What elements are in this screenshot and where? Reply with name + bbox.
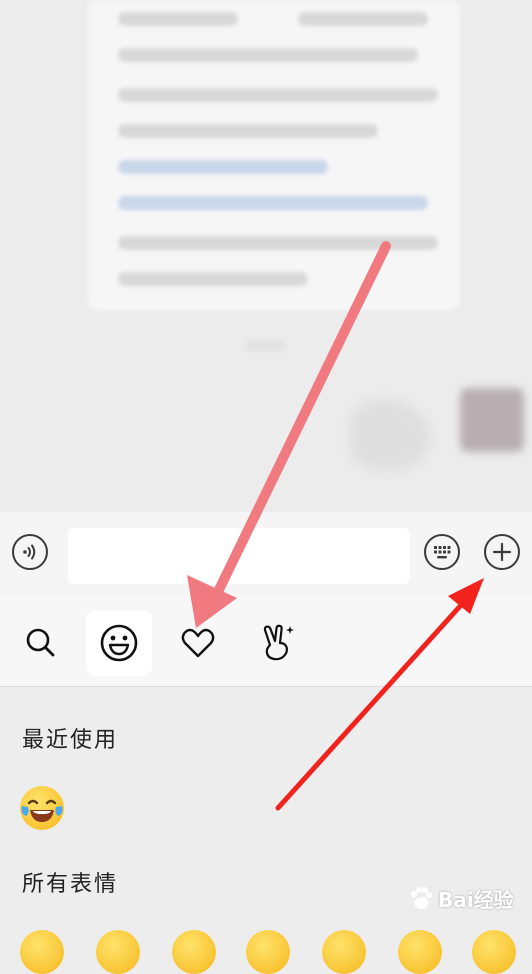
chat-history	[0, 0, 532, 512]
emoji-item[interactable]	[398, 930, 442, 974]
watermark-text: Bai经验	[438, 888, 514, 912]
emoji-item[interactable]	[322, 930, 366, 974]
all-emoji-title: 所有表情	[22, 872, 119, 897]
victory-hand-icon	[263, 624, 294, 661]
avatar	[460, 388, 524, 452]
keyboard-button[interactable]	[424, 534, 460, 570]
heart-icon	[181, 628, 215, 658]
tab-favorites[interactable]	[165, 610, 231, 676]
blurred-timestamp	[246, 340, 286, 352]
blurred-sticker	[350, 400, 430, 470]
paw-logo-icon	[408, 886, 434, 912]
emoji-item[interactable]	[96, 930, 140, 974]
message-input[interactable]	[68, 528, 410, 584]
laughing-crying-face-icon	[21, 799, 63, 822]
plus-icon	[492, 542, 512, 562]
search-icon	[26, 628, 55, 657]
tab-emoji[interactable]	[86, 610, 152, 676]
emoji-item[interactable]	[246, 930, 290, 974]
emoji-item[interactable]	[20, 930, 64, 974]
tab-search[interactable]	[8, 610, 74, 676]
watermark: Bai经验	[408, 884, 514, 913]
voice-input-button[interactable]	[12, 534, 48, 570]
emoji-item[interactable]	[172, 930, 216, 974]
blurred-message-card	[88, 0, 460, 310]
tab-stickers[interactable]	[244, 610, 310, 676]
recent-emoji-title: 最近使用	[22, 728, 119, 753]
keyboard-icon	[434, 546, 451, 559]
more-options-button[interactable]	[484, 534, 520, 570]
smiley-icon	[100, 624, 138, 662]
emoji-laughing-crying[interactable]	[20, 786, 64, 830]
emoji-item[interactable]	[472, 930, 516, 974]
voice-icon	[23, 544, 36, 560]
